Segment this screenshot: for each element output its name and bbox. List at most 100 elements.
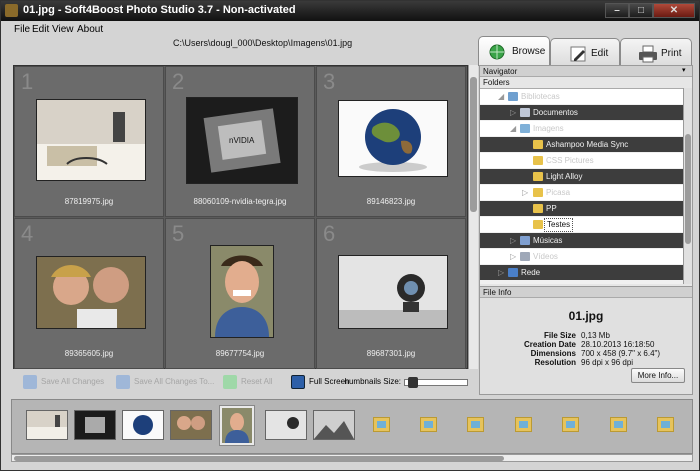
grid-scroll-thumb[interactable] bbox=[470, 77, 477, 212]
expand-arrow-icon[interactable]: ▷ bbox=[510, 233, 516, 248]
file-info-key: File Size bbox=[543, 331, 576, 340]
thumbnail-filename: 89677754.jpg bbox=[215, 349, 265, 358]
thumbnail-number: 5 bbox=[172, 221, 185, 246]
save-all-label: Save All Changes bbox=[41, 377, 105, 386]
filmstrip-thumb[interactable] bbox=[265, 410, 307, 440]
tree-item[interactable]: ▷ Picasa bbox=[480, 185, 684, 200]
tree-scrollbar[interactable] bbox=[683, 88, 692, 284]
network-icon bbox=[508, 268, 518, 277]
thumbnail-filename: 89365605.jpg bbox=[64, 349, 114, 358]
reset-all-label: Reset All bbox=[241, 377, 273, 386]
image-placeholder-icon[interactable] bbox=[515, 417, 532, 432]
filmstrip-thumb[interactable] bbox=[313, 410, 355, 440]
tab-edit[interactable]: Edit bbox=[550, 38, 620, 66]
folder-icon bbox=[533, 156, 543, 165]
navigator-header: Navigator bbox=[480, 66, 692, 77]
image-placeholder-icon[interactable] bbox=[467, 417, 484, 432]
folder-icon bbox=[533, 172, 543, 181]
filmstrip-scrollbar[interactable] bbox=[11, 454, 693, 462]
tree-item[interactable]: ▷ Músicas bbox=[480, 233, 684, 248]
title-bar: 01.jpg - Soft4Boost Photo Studio 3.7 - N… bbox=[1, 1, 699, 21]
tree-scroll-thumb[interactable] bbox=[685, 134, 691, 244]
tree-item[interactable]: ▷ Vídeos bbox=[480, 249, 684, 264]
tree-item-label: Bibliotecas bbox=[521, 92, 560, 101]
image-placeholder-icon[interactable] bbox=[562, 417, 579, 432]
thumbnails-size-slider[interactable] bbox=[404, 377, 468, 388]
filmstrip-thumb[interactable] bbox=[74, 410, 116, 440]
thumbnail-cell[interactable]: 5 89677754.jpg bbox=[165, 218, 315, 369]
thumbnail-image bbox=[338, 255, 448, 329]
thumbnail-cell[interactable]: 1 87819975.jpg bbox=[14, 66, 164, 217]
expand-arrow-icon[interactable]: ▷ bbox=[510, 249, 516, 264]
thumbnail-grid: 1 87819975.jpg 2 nVIDIA 88060109-nvidia-… bbox=[13, 65, 468, 369]
app-icon bbox=[5, 4, 18, 17]
expand-arrow-icon[interactable]: ▷ bbox=[498, 265, 504, 280]
menu-edit[interactable]: Edit bbox=[32, 24, 49, 35]
filmstrip-thumb[interactable] bbox=[170, 410, 212, 440]
thumbnail-filename: 89146823.jpg bbox=[366, 197, 416, 206]
expand-arrow-icon[interactable]: ◢ bbox=[510, 121, 516, 136]
slider-knob[interactable] bbox=[408, 377, 418, 388]
minimize-button[interactable]: – bbox=[605, 3, 629, 18]
music-icon bbox=[520, 236, 530, 245]
filmstrip-thumb[interactable] bbox=[26, 410, 68, 440]
file-info-key: Dimensions bbox=[530, 349, 576, 358]
tree-item-label: Imagens bbox=[533, 124, 564, 133]
tree-item-label: PP bbox=[546, 204, 557, 213]
tree-item[interactable]: ◢ Imagens bbox=[480, 121, 684, 136]
menu-bar: File Edit View About bbox=[1, 21, 699, 37]
tree-item[interactable]: ▷ Rede bbox=[480, 265, 684, 280]
menu-view[interactable]: View bbox=[52, 24, 74, 35]
folders-label: Folders bbox=[483, 78, 510, 87]
filmstrip-thumb[interactable] bbox=[122, 410, 164, 440]
app-window: 01.jpg - Soft4Boost Photo Studio 3.7 - N… bbox=[0, 0, 700, 471]
maximize-button[interactable]: □ bbox=[629, 3, 653, 18]
expand-arrow-icon[interactable]: ◢ bbox=[498, 89, 504, 104]
save-icon bbox=[23, 375, 37, 389]
tab-print[interactable]: Print bbox=[620, 38, 692, 66]
tree-item[interactable]: Ashampoo Media Sync bbox=[480, 137, 684, 152]
close-button[interactable]: ✕ bbox=[653, 3, 695, 18]
thumbnail-cell[interactable]: 6 89687301.jpg bbox=[316, 218, 466, 369]
tree-item[interactable]: PP bbox=[480, 201, 684, 216]
tree-item[interactable]: Light Alloy bbox=[480, 169, 684, 184]
tree-item-label: Documentos bbox=[533, 108, 578, 117]
tree-item[interactable]: ◢ Bibliotecas bbox=[480, 89, 684, 104]
thumbnail-image bbox=[36, 99, 146, 181]
pictures-icon bbox=[520, 124, 530, 133]
save-all-to-label: Save All Changes To... bbox=[134, 377, 215, 386]
image-placeholder-icon[interactable] bbox=[420, 417, 437, 432]
svg-text:nVIDIA: nVIDIA bbox=[229, 136, 255, 145]
reset-arrow-icon bbox=[223, 375, 237, 389]
image-placeholder-icon[interactable] bbox=[657, 417, 674, 432]
thumbnail-cell[interactable]: 2 nVIDIA 88060109-nvidia-tegra.jpg bbox=[165, 66, 315, 217]
thumbnail-image bbox=[210, 245, 274, 338]
expand-arrow-icon[interactable]: ▷ bbox=[522, 185, 528, 200]
chevron-down-icon[interactable]: ▾ bbox=[682, 66, 686, 74]
thumbnail-filename: 88060109-nvidia-tegra.jpg bbox=[193, 197, 287, 206]
tree-item-label: CSS Pictures bbox=[546, 156, 594, 165]
expand-arrow-icon[interactable]: ▷ bbox=[510, 105, 516, 120]
thumbnail-cell[interactable]: 3 89146823.jpg bbox=[316, 66, 466, 217]
tree-item[interactable]: CSS Pictures bbox=[480, 153, 684, 168]
thumbnails-size-text: Thumbnails Size: bbox=[345, 377, 401, 386]
tree-item[interactable]: ▷ Documentos bbox=[480, 105, 684, 120]
menu-file[interactable]: File bbox=[14, 24, 30, 35]
file-info-name: 01.jpg bbox=[568, 309, 604, 323]
full-screen-label: Full Screen bbox=[309, 377, 350, 386]
image-placeholder-icon[interactable] bbox=[610, 417, 627, 432]
thumbnail-cell[interactable]: 4 89365605.jpg bbox=[14, 218, 164, 369]
file-info-value: 0,13 Mb bbox=[581, 331, 610, 340]
tab-browse[interactable]: Browse bbox=[478, 36, 550, 66]
more-info-button[interactable]: More Info... bbox=[631, 368, 685, 383]
file-info-header: File Info bbox=[480, 287, 692, 298]
tree-item-selected[interactable]: Testes bbox=[480, 217, 684, 232]
grid-scrollbar[interactable] bbox=[468, 65, 478, 369]
filmstrip-thumb-selected[interactable] bbox=[219, 405, 255, 446]
folder-icon bbox=[533, 140, 543, 149]
filmstrip-scroll-thumb[interactable] bbox=[14, 456, 504, 461]
menu-about[interactable]: About bbox=[77, 24, 103, 35]
tree-item-label: Músicas bbox=[533, 236, 563, 245]
thumbnail-image: nVIDIA bbox=[186, 97, 298, 184]
image-placeholder-icon[interactable] bbox=[373, 417, 390, 432]
